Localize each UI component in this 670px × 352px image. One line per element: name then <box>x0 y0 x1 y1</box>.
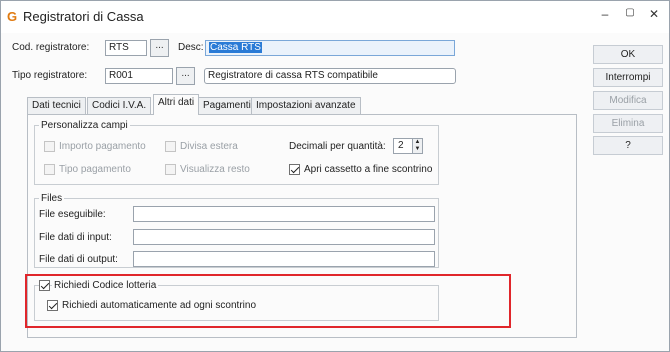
desc-label: Desc: <box>178 42 204 53</box>
decimali-stepper[interactable]: 2 ▲ ▼ <box>393 138 423 154</box>
file-input-label: File dati di input: <box>39 232 112 243</box>
visualizza-resto-checkbox[interactable] <box>165 164 176 175</box>
visualizza-resto-label: Visualizza resto <box>180 164 250 175</box>
help-button[interactable]: ? <box>593 136 663 155</box>
tab-codici-iva[interactable]: Codici I.V.A. <box>87 97 152 114</box>
cod-registratore-label: Cod. registratore: <box>12 42 90 53</box>
tipo-descrizione-field: Registratore di cassa RTS compatibile <box>204 68 456 84</box>
maximize-icon[interactable]: ▢ <box>619 7 641 25</box>
highlight-annotation-box <box>25 274 511 328</box>
tab-altri-dati[interactable]: Altri dati <box>153 94 200 115</box>
desc-selected-text: Cassa RTS <box>209 42 262 53</box>
desc-input[interactable]: Cassa RTS <box>205 40 455 56</box>
importo-pagamento-checkbox[interactable] <box>44 141 55 152</box>
decimali-value: 2 <box>398 140 404 151</box>
divisa-estera-label: Divisa estera <box>180 141 238 152</box>
file-output-label: File dati di output: <box>39 254 118 265</box>
file-eseguibile-input[interactable] <box>133 206 435 222</box>
ok-button[interactable]: OK <box>593 45 663 64</box>
importo-pagamento-label: Importo pagamento <box>59 141 146 152</box>
file-eseguibile-label: File eseguibile: <box>39 209 106 220</box>
modifica-button[interactable]: Modifica <box>593 91 663 110</box>
cod-lookup-button[interactable]: ... <box>150 39 169 57</box>
elimina-button[interactable]: Elimina <box>593 114 663 133</box>
tab-impostazioni-avanzate[interactable]: Impostazioni avanzate <box>251 97 361 114</box>
cod-registratore-input[interactable]: RTS <box>105 40 147 56</box>
files-title: Files <box>39 193 65 204</box>
apri-cassetto-checkbox[interactable] <box>289 164 300 175</box>
file-output-input[interactable] <box>133 251 435 267</box>
tipo-registratore-label: Tipo registratore: <box>12 70 88 81</box>
personalizza-campi-group <box>34 125 439 185</box>
personalizza-campi-title: Personalizza campi <box>39 120 130 131</box>
close-icon[interactable]: ✕ <box>643 7 665 25</box>
tab-dati-tecnici[interactable]: Dati tecnici <box>27 97 86 114</box>
interrompi-button[interactable]: Interrompi <box>593 68 663 87</box>
file-input-input[interactable] <box>133 229 435 245</box>
apri-cassetto-label: Apri cassetto a fine scontrino <box>304 164 433 175</box>
app-logo-icon: G <box>7 9 18 24</box>
tipo-lookup-button[interactable]: ... <box>176 67 195 85</box>
divisa-estera-checkbox[interactable] <box>165 141 176 152</box>
tipo-pagamento-label: Tipo pagamento <box>59 164 131 175</box>
decimali-label: Decimali per quantità: <box>289 141 386 152</box>
minimize-icon[interactable]: – <box>594 7 616 25</box>
stepper-arrows-icon[interactable]: ▲ ▼ <box>412 139 422 153</box>
tipo-registratore-input[interactable]: R001 <box>105 68 173 84</box>
tab-pagamenti[interactable]: Pagamenti <box>198 97 256 114</box>
title-bar: G Registratori di Cassa – ▢ ✕ <box>1 1 669 33</box>
dialog-window: G Registratori di Cassa – ▢ ✕ Cod. regis… <box>0 0 670 352</box>
tipo-pagamento-checkbox[interactable] <box>44 164 55 175</box>
window-title: Registratori di Cassa <box>23 9 144 24</box>
